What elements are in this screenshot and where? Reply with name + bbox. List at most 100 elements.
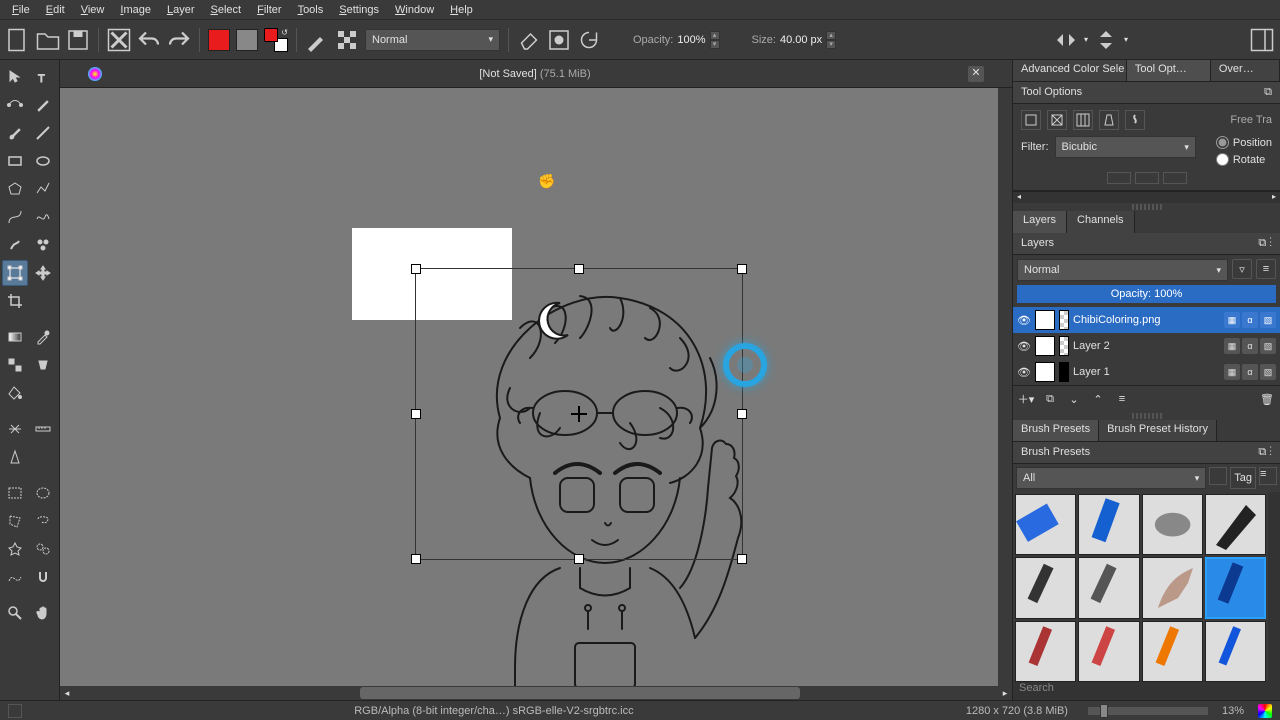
filter-combo[interactable]: Bicubic (1055, 136, 1196, 158)
gradient-tool-icon[interactable] (2, 324, 28, 350)
zoom-tool-icon[interactable] (2, 600, 28, 626)
rotate-mini-icon[interactable] (1163, 172, 1187, 184)
eraser-mode-icon[interactable] (517, 28, 541, 52)
assist-tool-icon[interactable] (2, 416, 28, 442)
color-selector-icon[interactable] (1258, 704, 1272, 718)
transform-handle-nw[interactable] (411, 264, 421, 274)
smart-fill-tool-icon[interactable] (30, 352, 56, 378)
transform-free-icon[interactable] (1021, 110, 1041, 130)
clear-icon[interactable] (107, 28, 131, 52)
dyna-tool-icon[interactable] (2, 232, 28, 258)
color-swap-icon[interactable]: ↺ (264, 28, 288, 52)
reload-icon[interactable] (577, 28, 601, 52)
assistant-ring-icon[interactable] (723, 343, 767, 387)
mirror-v-icon[interactable] (1094, 28, 1118, 52)
tab-tool-options[interactable]: Tool Opt… (1127, 60, 1211, 81)
lock-icon[interactable]: ▦ (1224, 364, 1240, 380)
transform-handle-w[interactable] (411, 409, 421, 419)
polyline-tool-icon[interactable] (30, 176, 56, 202)
scroll-thumb[interactable] (360, 687, 800, 699)
layer-blend-combo[interactable]: Normal (1017, 259, 1228, 281)
brush-preset-pencil-soft[interactable] (1078, 557, 1139, 618)
status-zoom[interactable]: 13% (1222, 705, 1244, 717)
menu-layer[interactable]: Layer (159, 2, 203, 18)
brush-icon[interactable] (305, 28, 329, 52)
layers-panel-menu-icon[interactable]: ⧉ ⋮ (1258, 237, 1272, 250)
redo-icon[interactable] (167, 28, 191, 52)
transform-liquify-icon[interactable] (1125, 110, 1145, 130)
reference-tool-icon[interactable] (2, 444, 28, 470)
pattern-icon[interactable] (335, 28, 359, 52)
lasso-select-tool-icon[interactable] (30, 508, 56, 534)
crop-tool-icon[interactable] (2, 288, 28, 314)
position-radio[interactable]: Position (1216, 136, 1272, 149)
bezier-select-tool-icon[interactable] (2, 564, 28, 590)
calligraphy-tool-icon[interactable] (30, 92, 56, 118)
brush-preset-ink-blue[interactable] (1205, 557, 1266, 618)
close-tab-icon[interactable]: ✕ (968, 66, 984, 82)
menu-filter[interactable]: Filter (249, 2, 289, 18)
transform-bounding-box[interactable] (415, 268, 743, 560)
brush-preset-brush-red1[interactable] (1015, 621, 1076, 682)
props-icon[interactable]: ▧ (1260, 312, 1276, 328)
similar-select-tool-icon[interactable] (30, 536, 56, 562)
transform-handle-se[interactable] (737, 554, 747, 564)
workspace-icon[interactable] (1250, 28, 1274, 52)
add-layer-icon[interactable]: ＋▾ (1017, 390, 1035, 408)
foreground-color[interactable] (208, 29, 230, 51)
panel-menu-icon[interactable]: ⧉ (1264, 86, 1272, 99)
brush-preset-smudge[interactable] (1142, 494, 1203, 555)
props-icon[interactable]: ▧ (1260, 338, 1276, 354)
colorpicker-tool-icon[interactable] (30, 324, 56, 350)
layer-filter-icon[interactable]: ▿ (1232, 259, 1252, 279)
edit-shape-tool-icon[interactable] (2, 92, 28, 118)
background-color[interactable] (236, 29, 258, 51)
move-tool-icon[interactable] (30, 260, 56, 286)
brush-filter-combo[interactable]: All (1016, 467, 1206, 489)
tab-layers[interactable]: Layers (1013, 211, 1067, 233)
panel-splitter-2[interactable] (1132, 413, 1162, 419)
opacity-spinner[interactable]: ▴▾ (710, 31, 720, 49)
polygon-tool-icon[interactable] (2, 176, 28, 202)
flip-v-mini-icon[interactable] (1135, 172, 1159, 184)
brush-preset-marker-blue[interactable] (1078, 494, 1139, 555)
menu-image[interactable]: Image (112, 2, 159, 18)
props-icon[interactable]: ▧ (1260, 364, 1276, 380)
fill-tool-icon[interactable] (2, 380, 28, 406)
brush-grid-scrollbar[interactable] (1268, 492, 1280, 680)
panel-splitter-1[interactable] (1132, 204, 1162, 210)
layer-row-1[interactable]: 👁 Layer 1 ▦α▧ (1013, 359, 1280, 385)
zoom-slider[interactable] (1088, 707, 1208, 715)
transform-handle-e[interactable] (737, 409, 747, 419)
layer-row-chibi[interactable]: 👁 ChibiColoring.png ▦α▧ (1013, 307, 1280, 333)
lock-icon[interactable]: ▦ (1224, 312, 1240, 328)
opacity-field[interactable]: Opacity: 100% ▴▾ (633, 31, 720, 49)
layer-settings-icon[interactable]: ≡ (1256, 259, 1276, 279)
brush-preset-pencil-blue[interactable] (1205, 621, 1266, 682)
transform-cage-icon[interactable] (1073, 110, 1093, 130)
magnetic-select-tool-icon[interactable] (30, 564, 56, 590)
brush-preset-pencil-dark[interactable] (1015, 557, 1076, 618)
mirror-h-icon[interactable] (1054, 28, 1078, 52)
canvas-viewport[interactable]: ✊ (60, 88, 1012, 686)
ellipse-tool-icon[interactable] (30, 148, 56, 174)
undo-icon[interactable] (137, 28, 161, 52)
ellipse-select-tool-icon[interactable] (30, 480, 56, 506)
transform-handle-s[interactable] (574, 554, 584, 564)
transform-warp-icon[interactable] (1047, 110, 1067, 130)
transform-tool-icon[interactable] (2, 260, 28, 286)
transform-handle-sw[interactable] (411, 554, 421, 564)
size-spinner[interactable]: ▴▾ (826, 31, 836, 49)
multibrush-tool-icon[interactable] (30, 232, 56, 258)
blend-mode-combo[interactable]: Normal (365, 29, 500, 51)
alpha-icon[interactable]: α (1242, 312, 1258, 328)
alpha-icon[interactable]: α (1242, 338, 1258, 354)
brush-preset-eraser[interactable] (1015, 494, 1076, 555)
brush-tool-icon[interactable] (2, 120, 28, 146)
canvas-vertical-scrollbar[interactable] (998, 88, 1012, 686)
brush-preset-quill[interactable] (1142, 557, 1203, 618)
menu-settings[interactable]: Settings (331, 2, 387, 18)
bezier-tool-icon[interactable] (2, 204, 28, 230)
brush-tag-button[interactable]: Tag (1230, 467, 1256, 489)
document-tab[interactable]: [Not Saved] (75.1 MiB) ✕ (80, 62, 992, 86)
